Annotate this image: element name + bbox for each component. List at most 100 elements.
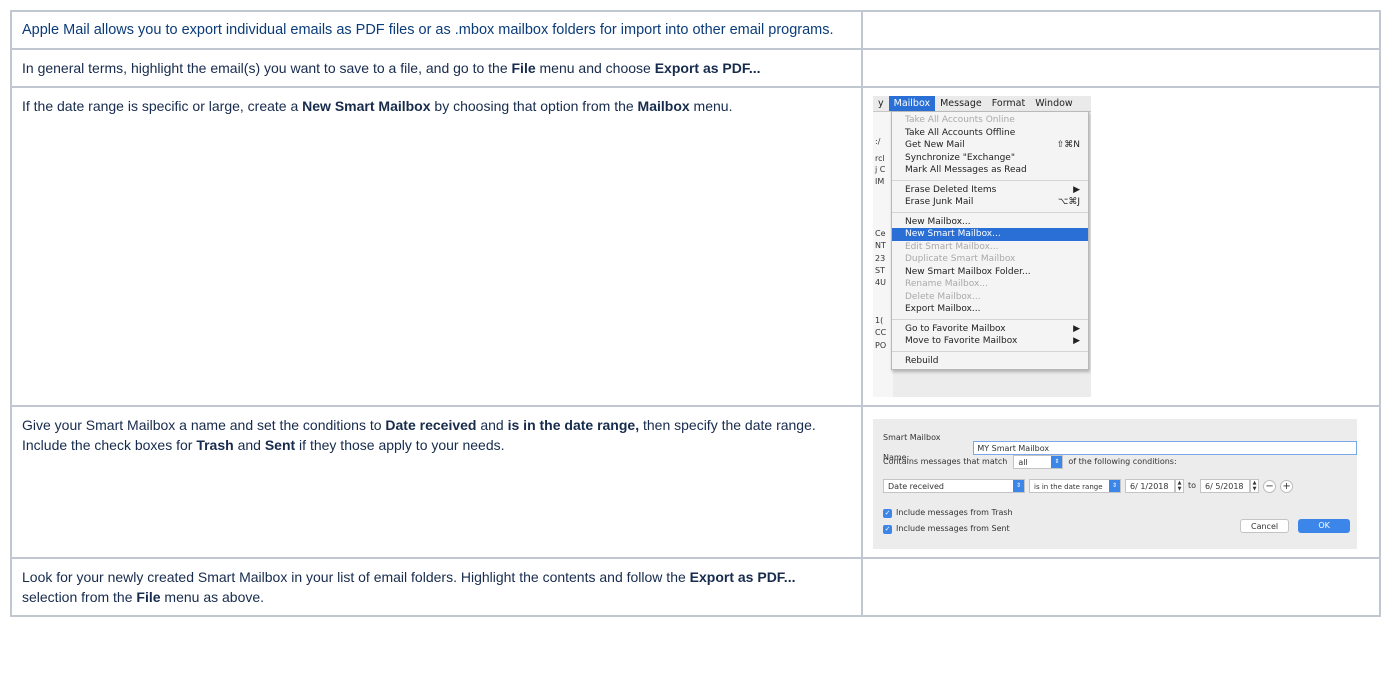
- date-from-value: 6/ 1/2018: [1130, 482, 1169, 491]
- step-export-smart-mailbox-cell: Look for your newly created Smart Mailbo…: [10, 557, 863, 617]
- step-export-pdf-cell: In general terms, highlight the email(s)…: [10, 48, 863, 88]
- check-icon[interactable]: ✓: [883, 508, 892, 518]
- text-segment: and: [233, 437, 265, 453]
- date-from-stepper[interactable]: ▲ ▼: [1175, 479, 1184, 493]
- bold-text: File: [511, 60, 536, 76]
- menu-item-label: Duplicate Smart Mailbox: [905, 254, 1016, 264]
- menu-item[interactable]: Erase Deleted Items ▶: [892, 184, 1088, 197]
- table-row: Give your Smart Mailbox a name and set t…: [10, 405, 1381, 559]
- bold-text: Date received: [385, 417, 477, 433]
- table-row: If the date range is specific or large, …: [10, 86, 1381, 407]
- bold-text: Sent: [264, 437, 296, 453]
- chevron-updown-icon: ⇕: [1109, 480, 1120, 492]
- menu-item-label: Take All Accounts Offline: [905, 127, 1016, 138]
- text-segment: Look for your newly created Smart Mailbo…: [22, 569, 690, 585]
- intro-cell: Apple Mail allows you to export individu…: [10, 10, 863, 50]
- text-segment: menu and choose: [535, 60, 655, 76]
- menu-item[interactable]: Rename Mailbox...: [892, 278, 1088, 291]
- step-conditions-cell: Give your Smart Mailbox a name and set t…: [10, 405, 863, 559]
- menu-item-label: Synchronize "Exchange": [905, 152, 1015, 163]
- menu-item-label: Edit Smart Mailbox...: [905, 241, 999, 252]
- menu-item-label: Go to Favorite Mailbox: [905, 323, 1006, 334]
- menu-item[interactable]: New Mailbox...: [892, 216, 1088, 229]
- menu-item[interactable]: Get New Mail ⇧⌘N: [892, 139, 1088, 152]
- menu-item[interactable]: Export Mailbox...: [892, 303, 1088, 316]
- cancel-button[interactable]: Cancel: [1240, 519, 1290, 533]
- menubar-item[interactable]: Mailbox: [888, 96, 936, 111]
- menubar-item[interactable]: y: [873, 96, 889, 111]
- date-from-field[interactable]: 6/ 1/2018: [1125, 479, 1175, 493]
- menu-item[interactable]: Synchronize "Exchange": [892, 152, 1088, 165]
- menu-item-label: Rebuild: [905, 355, 939, 366]
- menu-item-label: Get New Mail: [905, 140, 965, 150]
- table-row: Look for your newly created Smart Mailbo…: [10, 557, 1381, 617]
- bold-text: New Smart Mailbox: [302, 98, 431, 114]
- bold-text: Trash: [196, 437, 234, 453]
- window-fragment-text: IM: [875, 177, 885, 186]
- table-row: In general terms, highlight the email(s)…: [10, 48, 1381, 88]
- condition-field-select[interactable]: Date received ⇕: [883, 479, 1025, 493]
- ok-button[interactable]: OK: [1298, 519, 1351, 533]
- condition-operator-value: is in the date range: [1034, 483, 1103, 491]
- date-to-value: 6/ 5/2018: [1205, 482, 1244, 491]
- mailbox-menu-screenshot: y Mailbox Message Format Window :/rcl j C IM Ce…: [873, 96, 1091, 397]
- text-segment: menu as above.: [160, 589, 265, 605]
- smart-mailbox-dialog-screenshot: Smart Mailbox Name: MY Smart Mailbox Con…: [873, 419, 1357, 549]
- menu-item[interactable]: Duplicate Smart Mailbox: [892, 253, 1088, 266]
- table-row: Apple Mail allows you to export individu…: [10, 10, 1381, 50]
- menu-item[interactable]: Rebuild: [892, 355, 1088, 368]
- text-segment: selection from the: [22, 589, 137, 605]
- menu-item[interactable]: Take All Accounts Offline: [892, 127, 1088, 140]
- match-select[interactable]: all ⇕: [1013, 455, 1064, 469]
- to-label: to: [1188, 481, 1197, 490]
- add-condition-button[interactable]: +: [1280, 479, 1294, 493]
- menu-separator: [892, 179, 1088, 181]
- menu-item[interactable]: Take All Accounts Online: [892, 114, 1088, 127]
- match-value: all: [1018, 458, 1028, 467]
- menu-item-shortcut: ▶: [1073, 184, 1080, 195]
- remove-condition-button[interactable]: −: [1263, 479, 1277, 493]
- mailbox-menu-screenshot-cell: y Mailbox Message Format Window :/rcl j C IM Ce…: [861, 86, 1381, 407]
- menu-item[interactable]: Move to Favorite Mailbox ▶: [892, 335, 1088, 348]
- mailbox-dropdown-menu: Take All Accounts Online Take All Account…: [891, 111, 1089, 370]
- menu-item-label: New Mailbox...: [905, 216, 971, 227]
- menu-item[interactable]: Delete Mailbox...: [892, 291, 1088, 304]
- instructions-table: Apple Mail allows you to export individu…: [10, 10, 1381, 617]
- menu-separator: [892, 318, 1088, 320]
- menubar-item[interactable]: Window: [1030, 96, 1077, 111]
- date-to-field[interactable]: 6/ 5/2018: [1200, 479, 1251, 493]
- mac-menubar: y Mailbox Message Format Window: [873, 96, 1091, 112]
- bold-text: File: [136, 589, 161, 605]
- menu-item[interactable]: New Smart Mailbox...: [892, 228, 1088, 241]
- bold-text: Export as PDF...: [654, 60, 761, 76]
- text-segment: If the date range is specific or large, …: [22, 98, 303, 114]
- menu-item[interactable]: Erase Junk Mail ⌥⌘J: [892, 196, 1088, 209]
- contains-label: Contains messages that match: [883, 457, 1008, 466]
- date-to-stepper[interactable]: ▲ ▼: [1250, 479, 1260, 493]
- text-segment: Apple Mail allows you to export individu…: [22, 22, 834, 38]
- menu-item[interactable]: Edit Smart Mailbox...: [892, 241, 1088, 254]
- following-label: of the following conditions:: [1068, 457, 1177, 466]
- menu-item-label: New Smart Mailbox Folder...: [905, 266, 1031, 277]
- text-segment: by choosing that option from the: [430, 98, 638, 114]
- menubar-item[interactable]: Message: [935, 96, 987, 111]
- menu-separator: [892, 211, 1088, 213]
- bold-text: Export as PDF...: [689, 569, 796, 585]
- chevron-updown-icon: ⇕: [1013, 480, 1024, 492]
- text-segment: In general terms, highlight the email(s)…: [22, 60, 512, 76]
- menu-item-shortcut: ▶: [1073, 323, 1080, 334]
- include-sent-label: Include messages from Sent: [896, 524, 1010, 533]
- menu-item[interactable]: Mark All Messages as Read: [892, 164, 1088, 177]
- menu-item[interactable]: Go to Favorite Mailbox ▶: [892, 323, 1088, 336]
- condition-operator-select[interactable]: is in the date range ⇕: [1029, 479, 1121, 493]
- menu-item-label: New Smart Mailbox...: [905, 229, 1001, 239]
- window-fragment-text: PO: [875, 341, 887, 350]
- menubar-item[interactable]: Format: [987, 96, 1030, 111]
- smart-mailbox-dialog-cell: Smart Mailbox Name: MY Smart Mailbox Con…: [861, 405, 1381, 559]
- menu-item[interactable]: New Smart Mailbox Folder...: [892, 266, 1088, 279]
- step-new-smart-mailbox-cell: If the date range is specific or large, …: [10, 86, 863, 407]
- menu-item-shortcut: ▶: [1073, 336, 1080, 346]
- text-segment: Give your Smart Mailbox a name and set t…: [22, 417, 386, 433]
- empty-cell: [861, 557, 1381, 617]
- check-icon[interactable]: ✓: [883, 524, 892, 534]
